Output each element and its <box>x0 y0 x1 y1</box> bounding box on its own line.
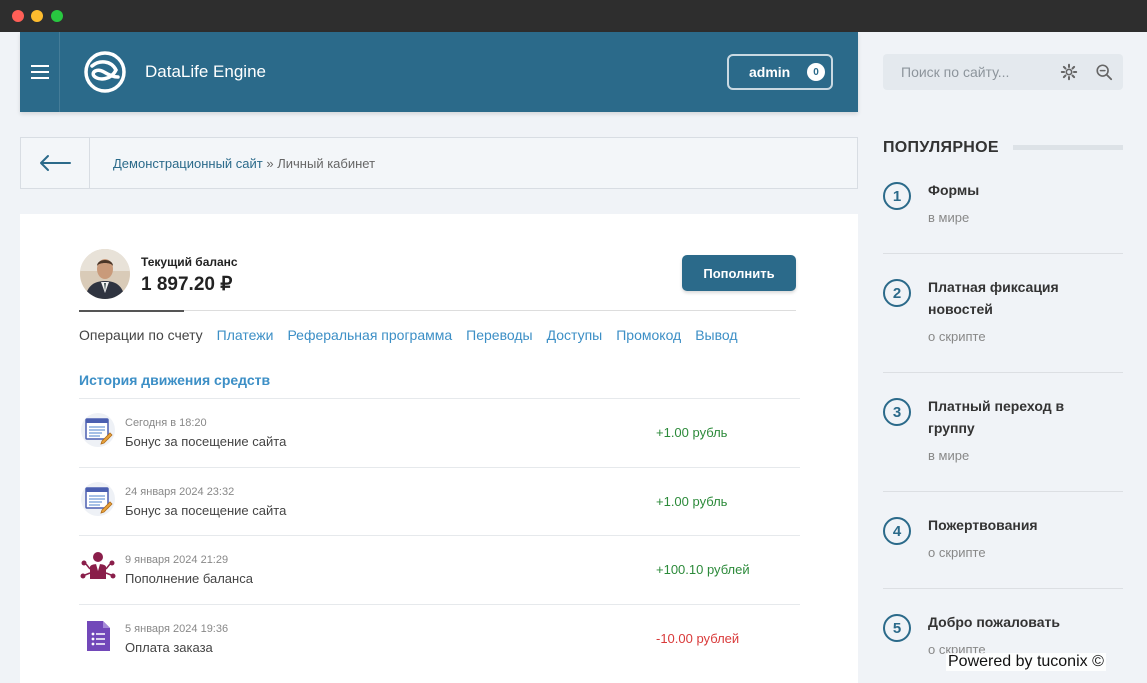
popular-item-category: в мире <box>928 210 970 225</box>
popular-item-title[interactable]: Платный переход в группу <box>928 395 1108 439</box>
row-amount: +100.10 рублей <box>656 562 750 577</box>
logo-icon[interactable] <box>83 50 127 94</box>
account-card: Текущий баланс 1 897.20 ₽ Пополнить Опер… <box>20 214 858 683</box>
row-description: Бонус за посещение сайта <box>125 434 287 449</box>
balance-value: 1 897.20 ₽ <box>141 274 233 295</box>
tab-payments[interactable]: Платежи <box>217 327 274 343</box>
document-pen-icon <box>81 481 115 516</box>
popular-item-title[interactable]: Пожертвования <box>928 514 1108 536</box>
close-window-button[interactable] <box>12 10 24 22</box>
divider-active <box>79 310 184 312</box>
history-title: История движения средств <box>79 372 271 388</box>
popular-item-title[interactable]: Добро пожаловать <box>928 611 1108 633</box>
divider <box>883 491 1123 492</box>
account-tabs: Операции по счету Платежи Реферальная пр… <box>79 327 738 343</box>
search-box <box>883 54 1123 90</box>
row-date: 9 января 2024 21:29 <box>125 554 229 566</box>
tab-access[interactable]: Доступы <box>547 327 603 343</box>
history-list: Сегодня в 18:20 Бонус за посещение сайта… <box>79 398 800 672</box>
popular-title-bar <box>1013 145 1123 150</box>
rank-badge: 5 <box>883 614 911 642</box>
row-date: 5 января 2024 19:36 <box>125 622 229 635</box>
tab-withdraw[interactable]: Вывод <box>695 327 737 343</box>
row-description: Пополнение баланса <box>125 571 253 586</box>
breadcrumb-trail: Демонстрационный сайт » Личный кабинет <box>113 156 375 171</box>
arrow-left-icon <box>40 155 71 171</box>
back-button[interactable] <box>21 138 90 188</box>
breadcrumb-current: Личный кабинет <box>277 156 376 171</box>
popular-item-title[interactable]: Формы <box>928 179 1108 201</box>
rank-badge: 3 <box>883 398 911 426</box>
list-item: 24 января 2024 23:32 Бонус за посещение … <box>79 466 800 536</box>
balance-label: Текущий баланс <box>141 255 238 269</box>
list-item: 9 января 2024 21:29 Пополнение баланса +… <box>79 535 800 604</box>
tab-operations[interactable]: Операции по счету <box>79 327 203 343</box>
row-date: 24 января 2024 23:32 <box>125 485 235 498</box>
form-list-icon <box>87 620 110 651</box>
search-input[interactable] <box>883 54 1053 90</box>
row-amount: -10.00 рублей <box>656 630 740 646</box>
popular-title: ПОПУЛЯРНОЕ <box>883 139 999 156</box>
list-item: Сегодня в 18:20 Бонус за посещение сайта… <box>79 398 800 467</box>
maximize-window-button[interactable] <box>51 10 63 22</box>
row-date: Сегодня в 18:20 <box>125 417 207 429</box>
minimize-window-button[interactable] <box>31 10 43 22</box>
site-header: DataLife Engine admin 0 <box>20 32 858 112</box>
divider <box>184 310 796 311</box>
user-menu-button[interactable]: admin 0 <box>727 54 833 90</box>
divider <box>883 372 1123 373</box>
row-amount: +1.00 рубль <box>656 425 728 440</box>
row-description: Оплата заказа <box>125 639 213 655</box>
document-pen-icon <box>81 413 115 447</box>
popular-item-title[interactable]: Платная фиксация новостей <box>928 276 1108 320</box>
breadcrumb-site-link[interactable]: Демонстрационный сайт <box>113 156 263 171</box>
breadcrumb-separator: » <box>262 156 278 171</box>
divider <box>883 588 1123 589</box>
person-network-icon <box>80 552 116 579</box>
window-titlebar <box>0 0 1147 32</box>
tab-referral[interactable]: Реферальная программа <box>287 327 452 343</box>
row-description: Бонус за посещение сайта <box>125 502 287 518</box>
user-name: admin <box>749 64 791 80</box>
gear-icon[interactable] <box>1060 63 1078 81</box>
tab-transfers[interactable]: Переводы <box>466 327 532 343</box>
row-amount: +1.00 рубль <box>656 493 728 509</box>
popular-item-category: о скрипте <box>928 329 986 344</box>
notification-count-badge: 0 <box>807 63 825 81</box>
popular-item-category: в мире <box>928 448 970 463</box>
brand-name[interactable]: DataLife Engine <box>145 62 266 82</box>
rank-badge: 2 <box>883 279 911 307</box>
menu-icon[interactable] <box>20 32 60 112</box>
divider <box>883 253 1123 254</box>
search-icon[interactable] <box>1095 63 1113 81</box>
list-item: 5 января 2024 19:36 Оплата заказа -10.00… <box>79 603 800 673</box>
popular-item-category: о скрипте <box>928 545 986 560</box>
tab-promocode[interactable]: Промокод <box>616 327 681 343</box>
avatar[interactable] <box>80 249 130 299</box>
rank-badge: 1 <box>883 182 911 210</box>
breadcrumb: Демонстрационный сайт » Личный кабинет <box>20 137 858 189</box>
powered-by-watermark: Powered by tuconix © <box>946 653 1106 671</box>
topup-button[interactable]: Пополнить <box>682 255 796 291</box>
rank-badge: 4 <box>883 517 911 545</box>
